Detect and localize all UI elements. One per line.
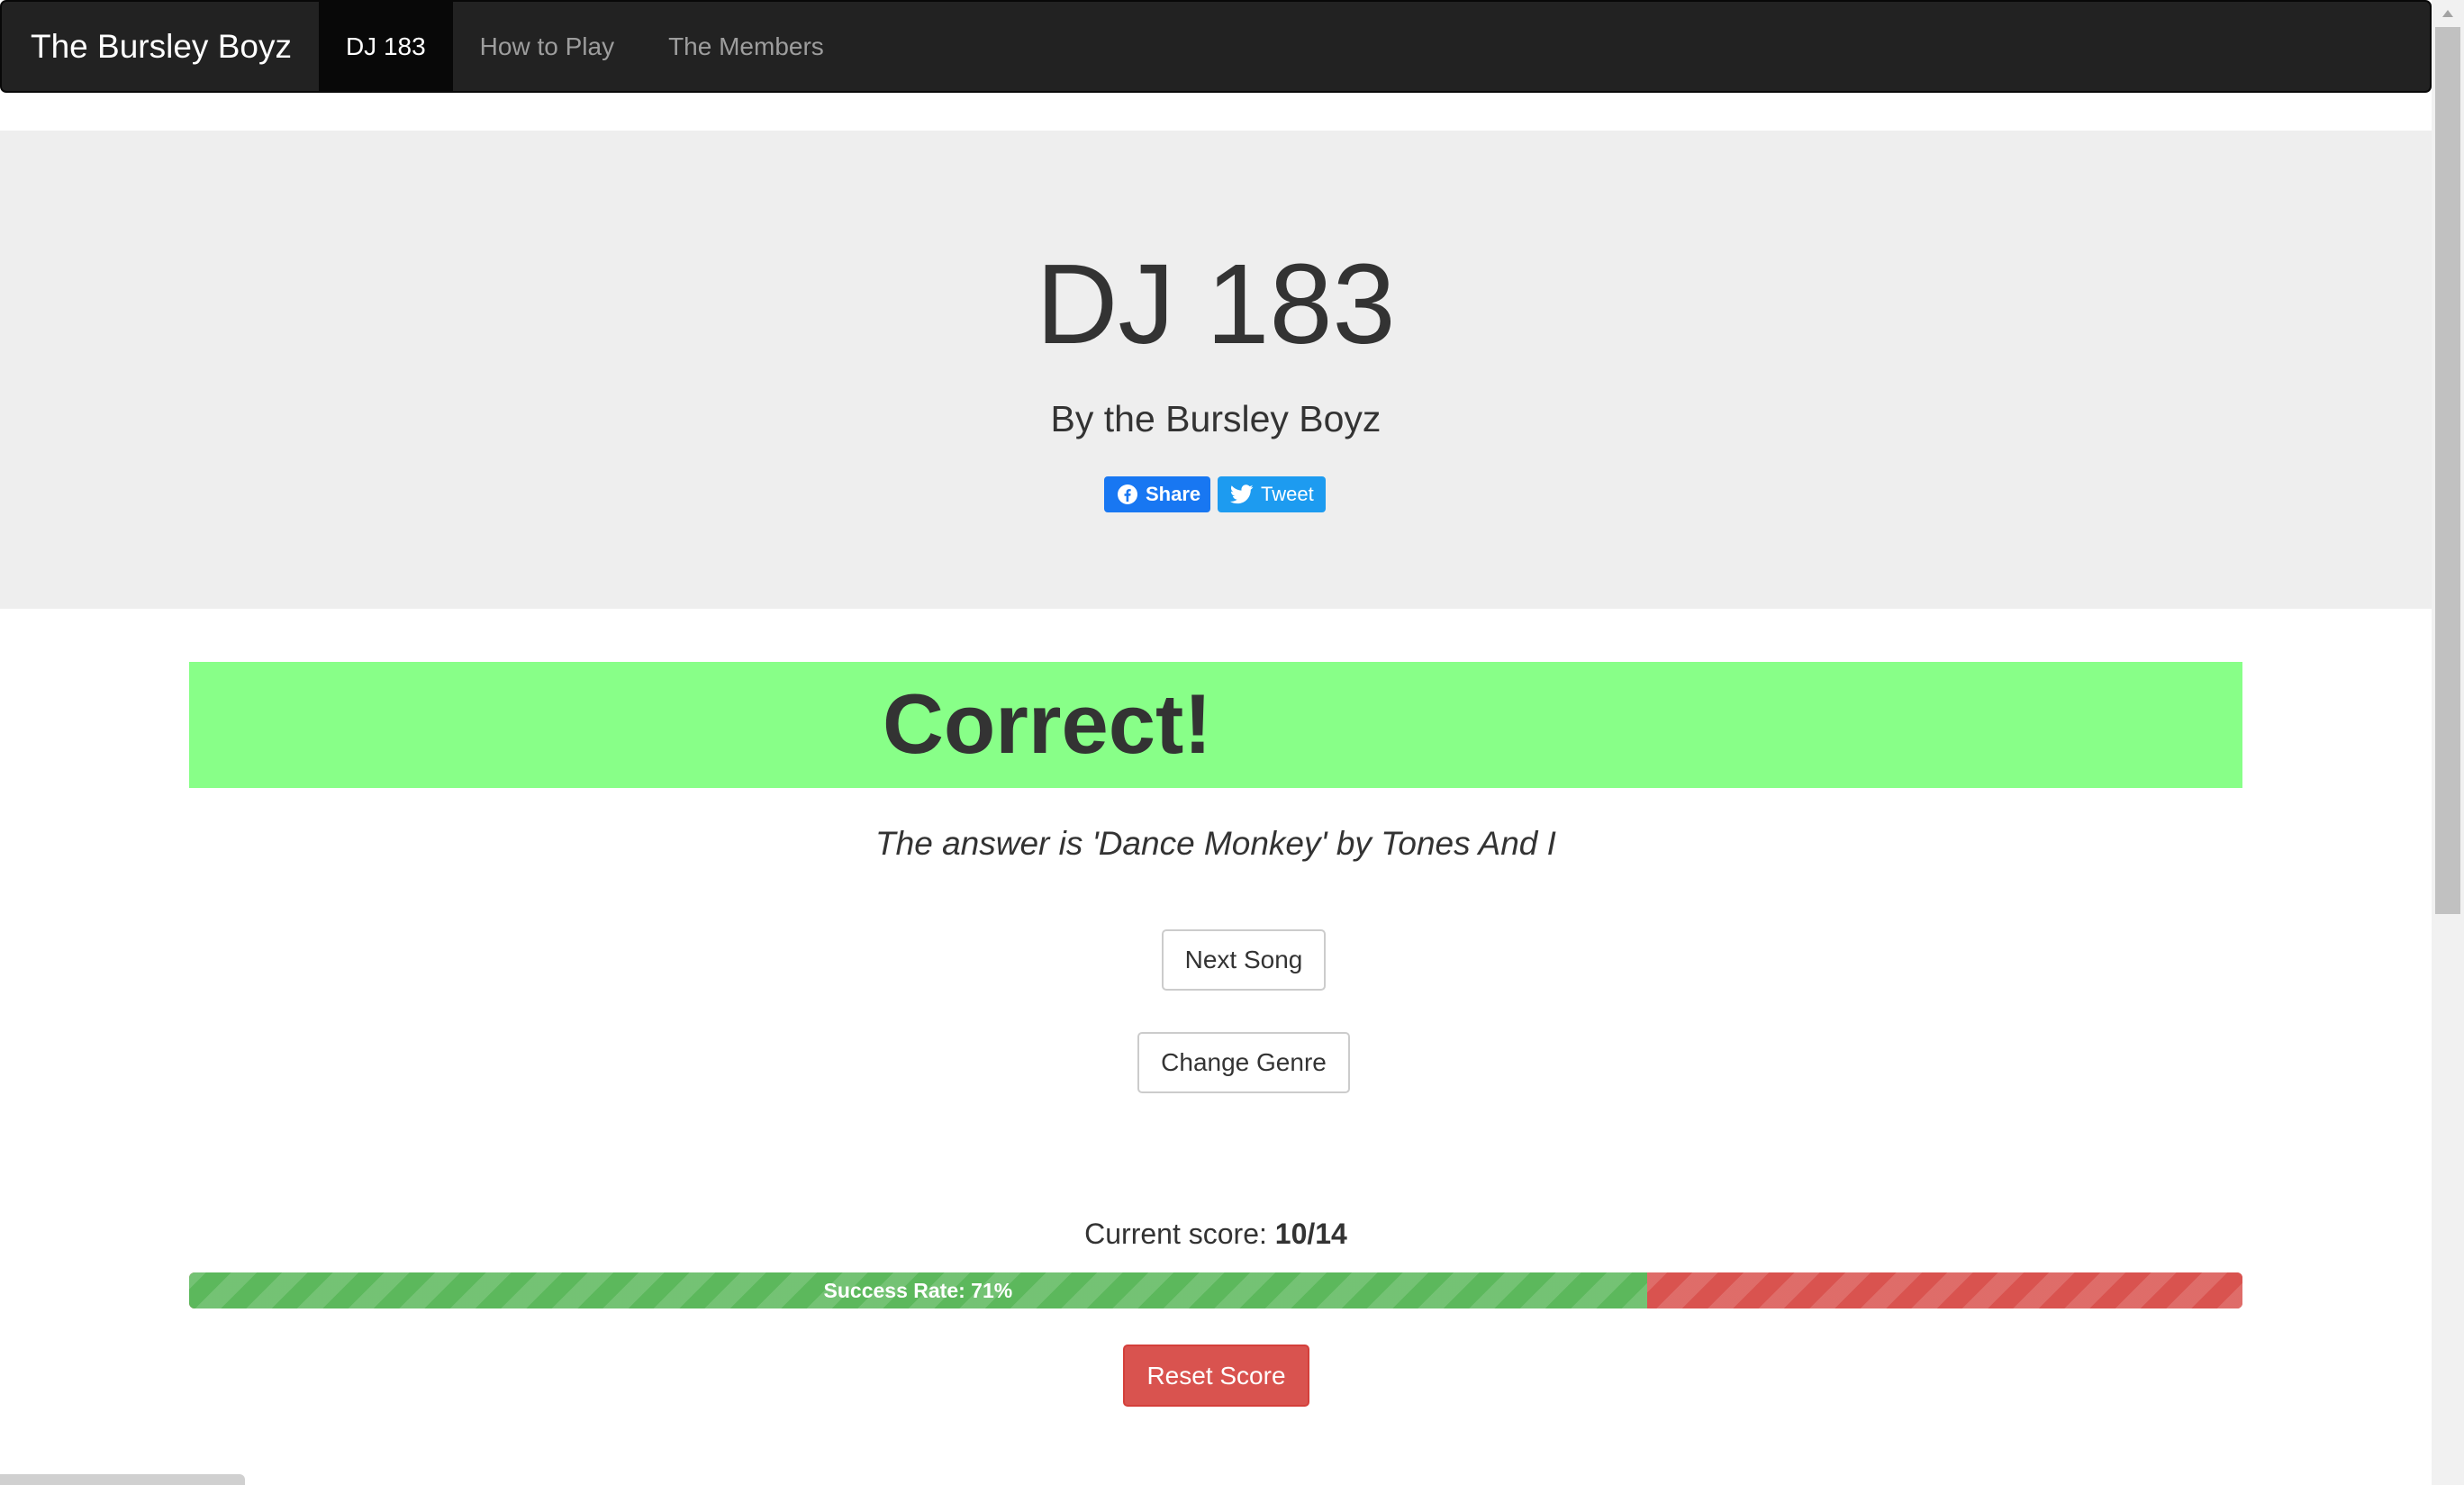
nav-item-dj-183[interactable]: DJ 183 (318, 2, 453, 91)
twitter-tweet-button[interactable]: Tweet (1218, 476, 1326, 512)
result-banner: Correct! (189, 662, 2242, 788)
next-song-button[interactable]: Next Song (1162, 929, 1326, 991)
navbar-brand[interactable]: The Bursley Boyz (2, 2, 319, 91)
navbar: The Bursley Boyz DJ 183 How to Play The … (0, 0, 2432, 93)
answer-text: The answer is 'Dance Monkey' by Tones An… (875, 825, 1556, 862)
score-value: 10/14 (1274, 1218, 1347, 1250)
page-title: DJ 183 (1036, 240, 1396, 367)
twitter-tweet-label: Tweet (1261, 483, 1314, 505)
facebook-icon (1118, 484, 1137, 504)
page-subtitle: By the Bursley Boyz (1050, 398, 1381, 439)
scroll-up-arrow-icon[interactable] (2432, 0, 2464, 27)
reset-score-button[interactable]: Reset Score (1123, 1345, 1309, 1407)
nav-item-the-members[interactable]: The Members (641, 2, 851, 91)
page: The Bursley Boyz DJ 183 How to Play The … (0, 0, 2432, 1485)
score-label: Current score: (1084, 1218, 1275, 1250)
share-buttons: Share Tweet (1104, 476, 1326, 512)
twitter-icon (1230, 484, 1254, 504)
facebook-share-button[interactable]: Share (1104, 476, 1210, 512)
vertical-scrollbar[interactable] (2432, 0, 2464, 1485)
nav-item-how-to-play[interactable]: How to Play (453, 2, 641, 91)
success-rate-bar: Success Rate: 71% (189, 1272, 1647, 1308)
fail-rate-bar (1646, 1272, 2242, 1308)
success-rate-label: Success Rate: 71% (823, 1278, 1013, 1302)
change-genre-button[interactable]: Change Genre (1137, 1032, 1350, 1093)
jumbotron: DJ 183 By the Bursley Boyz Share Tweet (0, 131, 2432, 609)
current-score: Current score: 10/14 (0, 1218, 2432, 1251)
result-heading: Correct! (883, 676, 1212, 771)
success-rate-progress: Success Rate: 71% (189, 1272, 2242, 1308)
facebook-share-label: Share (1146, 483, 1201, 505)
vertical-scrollbar-thumb[interactable] (2435, 27, 2460, 914)
horizontal-scrollbar-thumb[interactable] (0, 1474, 245, 1485)
